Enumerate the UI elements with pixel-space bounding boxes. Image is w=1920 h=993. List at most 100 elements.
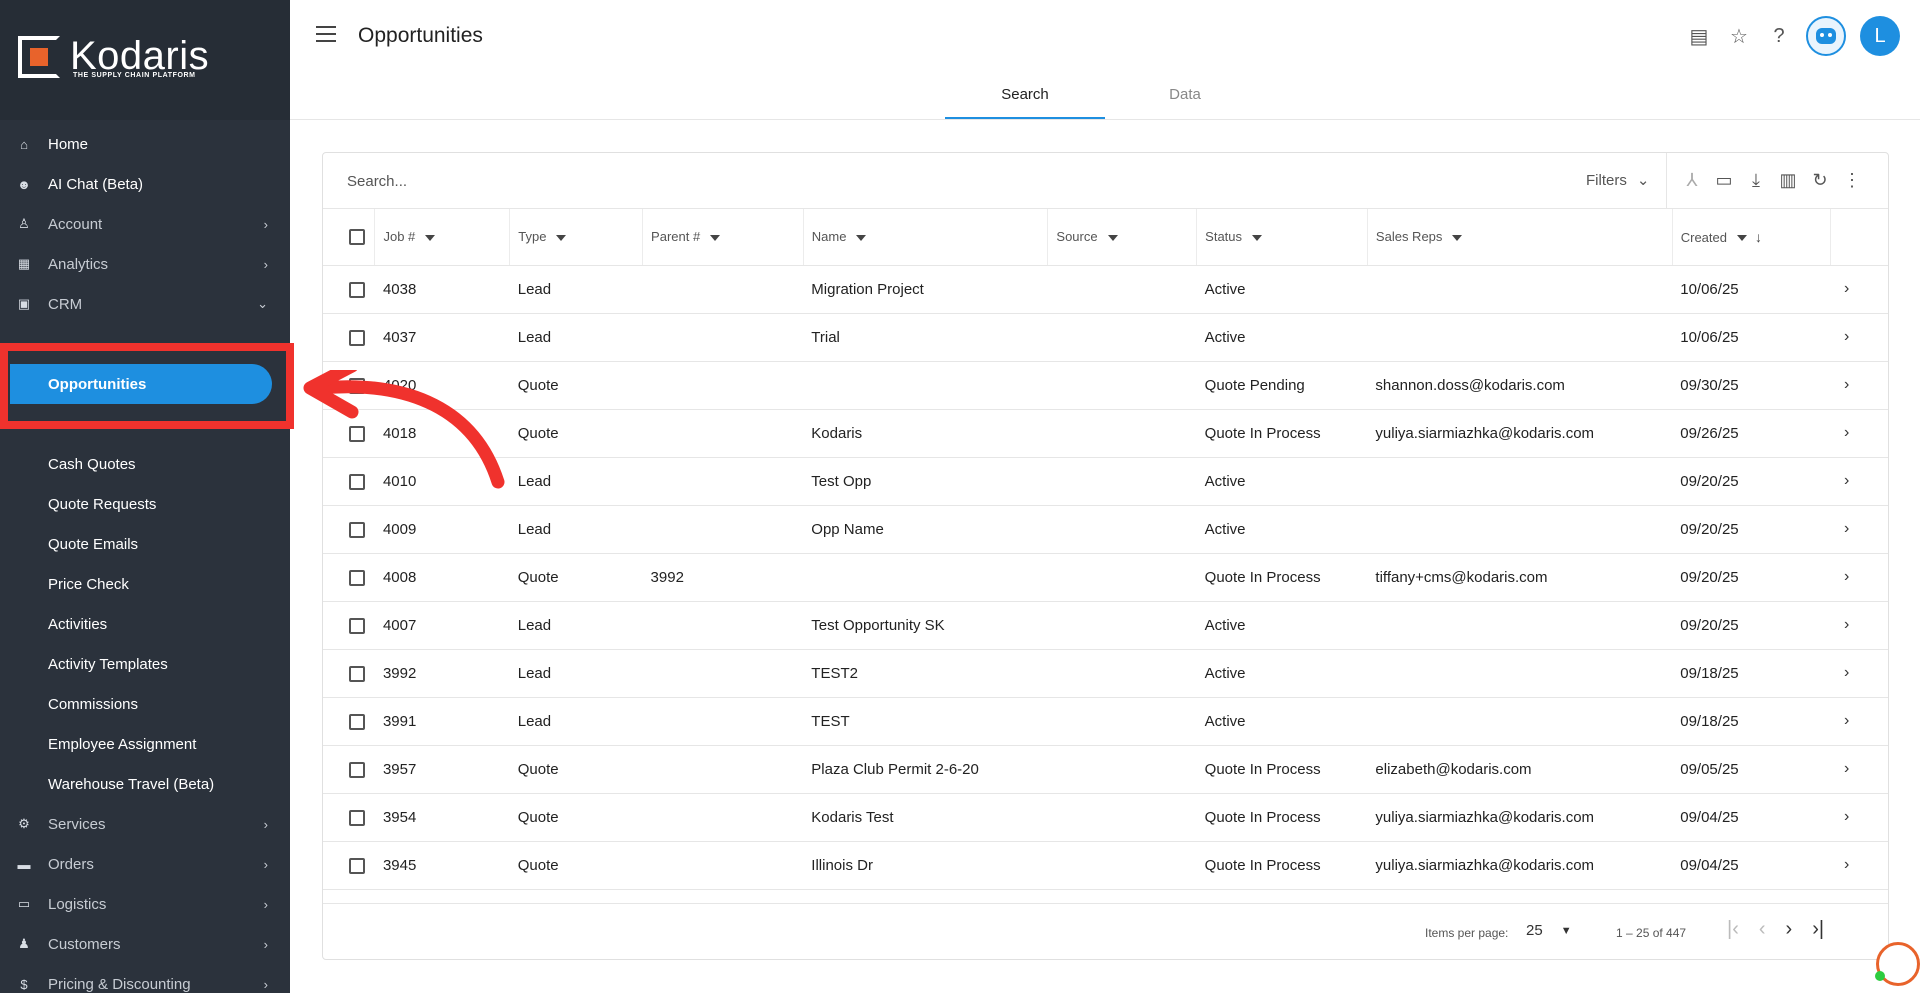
table-row[interactable]: 4007 Lead Test Opportunity SK Active 09/20/2… [323,601,1888,650]
row-checkbox[interactable] [349,425,365,442]
sidebar-item-label: Cash Quotes [48,455,136,473]
sidebar-item-activities[interactable]: Activities [0,604,290,644]
chevron-right-icon[interactable]: › [1844,328,1849,345]
created-cell: 09/20/25 [1672,601,1831,650]
sidebar-item-quote-requests[interactable]: Quote Requests [0,484,290,524]
column-header-name[interactable]: Name [803,209,1049,266]
sidebar-item-services[interactable]: ⚙ Services › [0,804,290,844]
sidebar-item-customers[interactable]: ♟ Customers › [0,924,290,964]
filters-dropdown[interactable]: Filters ⌄ [1586,171,1649,190]
column-header-status[interactable]: Status [1196,209,1368,266]
table-row[interactable]: 4037 Lead Trial Active 10/06/25 › [323,313,1888,362]
chevron-right-icon[interactable]: › [1844,472,1849,489]
table-row[interactable]: 4008 Quote 3992 Quote In Process tiffany+cms… [323,553,1888,602]
download-icon[interactable]: ⤓ [1745,167,1767,193]
sort-desc-icon[interactable]: ↓ [1755,229,1762,245]
column-header-job[interactable]: Job # [374,209,511,266]
table-row[interactable]: 3954 Quote Kodaris Test Quote In Process yul… [323,793,1888,842]
help-icon[interactable]: ? [1766,23,1792,49]
sidebar-item-home[interactable]: ⌂ Home [0,124,290,164]
chevron-right-icon[interactable]: › [1844,808,1849,825]
first-page-icon[interactable]: |‹ [1727,918,1739,941]
row-checkbox[interactable] [349,377,365,394]
page-size-select[interactable]: 25 ▼ [1526,922,1572,939]
more-vert-icon[interactable]: ⋮ [1841,167,1863,193]
table-row[interactable]: 3945 Quote Illinois Dr Quote In Process yuli… [323,841,1888,890]
sidebar-item-analytics[interactable]: ▦ Analytics › [0,244,290,284]
column-header-parent[interactable]: Parent # [642,209,804,266]
ai-assistant-icon[interactable] [1806,16,1846,56]
select-all-checkbox[interactable] [349,229,365,246]
column-header-source[interactable]: Source [1047,209,1198,266]
sidebar-item-quote-emails[interactable]: Quote Emails [0,524,290,564]
row-checkbox[interactable] [349,665,365,682]
row-checkbox[interactable] [349,329,365,346]
chevron-right-icon[interactable]: › [1844,424,1849,441]
avatar[interactable]: L [1860,16,1900,56]
chevron-right-icon[interactable]: › [1844,520,1849,537]
sidebar-item-employee-assignment[interactable]: Employee Assignment [0,724,290,764]
table-row[interactable]: 3957 Quote Plaza Club Permit 2-6-20 Quote I… [323,745,1888,794]
row-checkbox[interactable] [349,809,365,826]
logo[interactable]: Kodaris THE SUPPLY CHAIN PLATFORM [0,0,290,120]
name-cell: Illinois Dr [803,841,1048,890]
row-checkbox[interactable] [349,473,365,490]
chevron-right-icon[interactable]: › [1844,760,1849,777]
row-checkbox[interactable] [349,281,365,298]
row-checkbox[interactable] [349,569,365,586]
chevron-right-icon[interactable]: › [1844,616,1849,633]
sidebar-item-activity-templates[interactable]: Activity Templates [0,644,290,684]
previous-page-icon[interactable]: ‹ [1759,918,1766,941]
sidebar-item-account[interactable]: ♙ Account › [0,204,290,244]
row-checkbox[interactable] [349,713,365,730]
chevron-right-icon[interactable]: › [1844,376,1849,393]
sidebar-item-ai-chat[interactable]: ☻ AI Chat (Beta) [0,164,290,204]
home-icon: ⌂ [20,136,28,152]
columns-icon[interactable]: ▥ [1777,167,1799,193]
table-row[interactable]: 3992 Lead TEST2 Active 09/18/25 › [323,649,1888,698]
chevron-right-icon[interactable]: › [1844,664,1849,681]
comment-icon[interactable]: ▭ [1713,167,1735,193]
sidebar-item-commissions[interactable]: Commissions [0,684,290,724]
chevron-right-icon[interactable]: › [1844,280,1849,297]
note-add-icon[interactable]: ▤ [1686,23,1712,49]
chevron-right-icon[interactable]: › [1844,568,1849,585]
table-row[interactable]: 3991 Lead TEST Active 09/18/25 › [323,697,1888,746]
table-row[interactable]: 4010 Lead Test Opp Active 09/20/25 › [323,457,1888,506]
status-cell: Active [1196,649,1368,698]
column-header-created[interactable]: Created ↓ [1672,209,1831,266]
last-page-icon[interactable]: ›| [1812,918,1824,941]
refresh-icon[interactable]: ↻ [1809,167,1831,193]
sidebar-item-cash-quotes[interactable]: Cash Quotes [0,444,290,484]
row-checkbox[interactable] [349,761,365,778]
table-row[interactable]: 4038 Lead Migration Project Active 10/06/25 › [323,265,1888,314]
hamburger-menu-icon[interactable] [316,26,336,42]
tab-data[interactable]: Data [1105,78,1265,120]
star-icon[interactable]: ☆ [1726,23,1752,49]
parent-cell [642,745,804,794]
sidebar-item-opportunities[interactable]: Opportunities [10,364,272,404]
row-checkbox[interactable] [349,617,365,634]
sidebar-item-crm[interactable]: ▣ CRM ⌄ [0,284,290,324]
tab-search[interactable]: Search [945,78,1105,120]
sidebar-item-logistics[interactable]: ▭ Logistics › [0,884,290,924]
row-checkbox[interactable] [349,857,365,874]
job-cell: 4020 [374,361,510,410]
chevron-right-icon[interactable]: › [1844,856,1849,873]
sidebar-item-warehouse-travel[interactable]: Warehouse Travel (Beta) [0,764,290,804]
search-input[interactable] [347,167,1147,195]
delivery-icon: ▭ [17,896,31,911]
chevron-right-icon[interactable]: › [1844,712,1849,729]
table-row[interactable]: 4020 Quote Quote Pending shannon.doss@kodar… [323,361,1888,410]
column-header-type[interactable]: Type [509,209,644,266]
sidebar-item-price-check[interactable]: Price Check [0,564,290,604]
row-checkbox[interactable] [349,521,365,538]
merge-icon[interactable]: ⅄ [1681,167,1703,193]
chat-support-button[interactable] [1875,942,1920,986]
table-row[interactable]: 4009 Lead Opp Name Active 09/20/25 › [323,505,1888,554]
sidebar-item-pricing[interactable]: $ Pricing & Discounting › [0,964,290,993]
column-header-sales-reps[interactable]: Sales Reps [1367,209,1673,266]
next-page-icon[interactable]: › [1786,918,1793,941]
sidebar-item-orders[interactable]: ▬ Orders › [0,844,290,884]
table-row[interactable]: 4018 Quote Kodaris Quote In Process yuliya.s… [323,409,1888,458]
